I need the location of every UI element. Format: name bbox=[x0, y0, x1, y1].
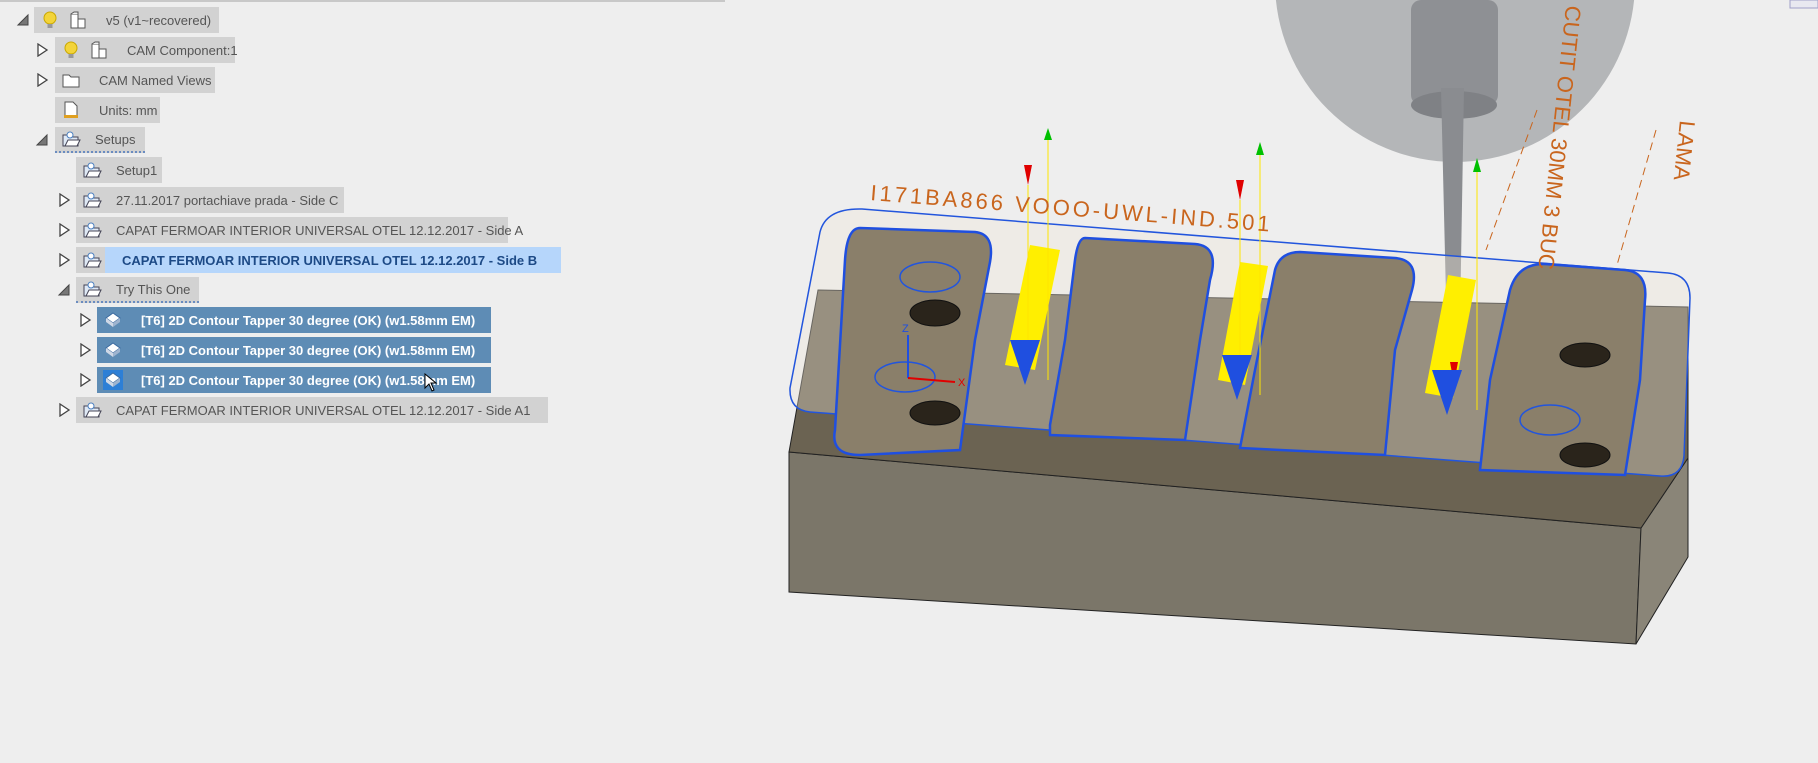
tree-node-label: Setups bbox=[95, 131, 136, 147]
browser-tree: v5 (v1~recovered) CAM Component:1 CAM Na… bbox=[0, 0, 725, 763]
component-icon bbox=[68, 10, 88, 30]
tree-node-label: Try This One bbox=[116, 281, 191, 297]
component-icon bbox=[89, 40, 109, 60]
setup-icon bbox=[82, 160, 102, 180]
expand-triangle-icon[interactable] bbox=[35, 73, 49, 87]
expand-triangle-icon[interactable] bbox=[78, 313, 92, 327]
tree-node-label: 27.11.2017 portachiave prada - Side C bbox=[116, 192, 339, 208]
expand-triangle-icon[interactable] bbox=[57, 193, 71, 207]
setup-icon bbox=[82, 190, 102, 210]
tree-node-label: v5 (v1~recovered) bbox=[106, 12, 212, 28]
collapse-triangle-icon[interactable] bbox=[57, 283, 71, 297]
tree-node-label: [T6] 2D Contour Tapper 30 degree (OK) (w… bbox=[141, 342, 476, 358]
expand-triangle-icon[interactable] bbox=[57, 253, 71, 267]
note-annotation: LAMA bbox=[1669, 119, 1700, 182]
folder-icon bbox=[61, 70, 81, 90]
tree-node-label: Units: mm bbox=[99, 102, 158, 118]
mouse-cursor-icon bbox=[424, 373, 438, 392]
contour-operation-icon bbox=[103, 340, 123, 360]
pocket bbox=[1048, 236, 1215, 442]
z-axis-label: Z bbox=[902, 323, 909, 335]
expand-triangle-icon[interactable] bbox=[78, 373, 92, 387]
lightbulb-icon[interactable] bbox=[61, 40, 81, 60]
x-axis-label: X bbox=[958, 377, 966, 389]
expand-triangle-icon[interactable] bbox=[57, 223, 71, 237]
expand-triangle-icon[interactable] bbox=[35, 43, 49, 57]
tree-node-label: CAM Named Views bbox=[99, 72, 212, 88]
tree-node-label: CAPAT FERMOAR INTERIOR UNIVERSAL OTEL 12… bbox=[116, 402, 531, 418]
setup-icon bbox=[82, 400, 102, 420]
expand-triangle-icon[interactable] bbox=[78, 343, 92, 357]
tree-node-label: CAPAT FERMOAR INTERIOR UNIVERSAL OTEL 12… bbox=[116, 222, 524, 238]
tree-node-label: Setup1 bbox=[116, 162, 158, 178]
setup-icon bbox=[82, 220, 102, 240]
collapse-triangle-icon[interactable] bbox=[35, 133, 49, 147]
tree-node-label: CAPAT FERMOAR INTERIOR UNIVERSAL OTEL 12… bbox=[122, 252, 538, 268]
units-document-icon bbox=[61, 100, 81, 120]
contour-operation-icon bbox=[103, 370, 123, 390]
setup-folder-icon bbox=[61, 129, 81, 149]
setup-icon bbox=[82, 279, 102, 299]
setup-icon bbox=[82, 250, 102, 270]
collapse-triangle-icon[interactable] bbox=[16, 13, 30, 27]
contour-operation-icon bbox=[103, 310, 123, 330]
3d-viewport[interactable]: Z X I171BA866 VOOO-UWL-IND.501 CUTIT OTE… bbox=[725, 0, 1818, 763]
lightbulb-icon[interactable] bbox=[40, 10, 60, 30]
tree-node-label: CAM Component:1 bbox=[127, 42, 238, 58]
tree-node-label: [T6] 2D Contour Tapper 30 degree (OK) (w… bbox=[141, 312, 476, 328]
viewcube-fragment[interactable] bbox=[1789, 0, 1818, 9]
expand-triangle-icon[interactable] bbox=[57, 403, 71, 417]
